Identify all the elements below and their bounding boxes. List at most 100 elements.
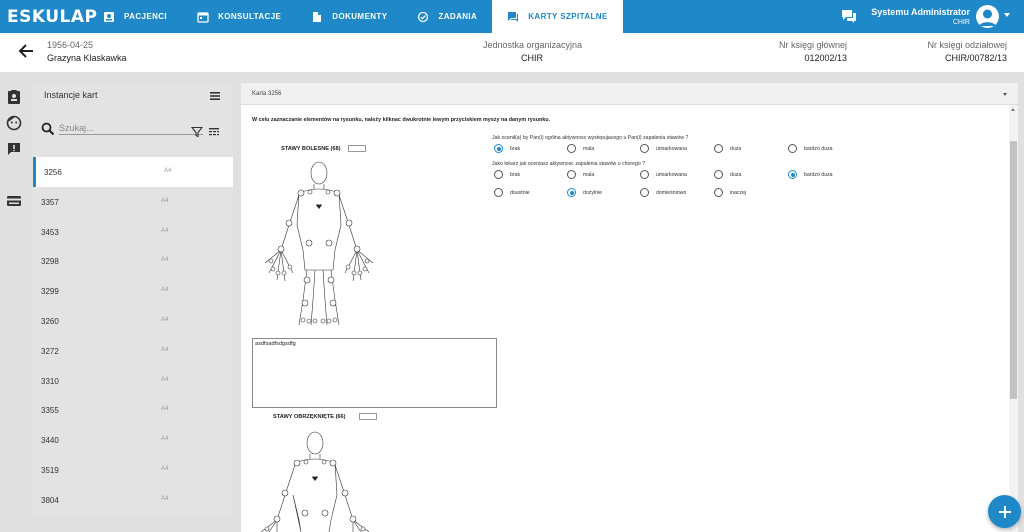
chevron-down-icon[interactable]: [1004, 13, 1010, 17]
nav-item-zadania[interactable]: ZADANIA: [402, 0, 492, 33]
list-item[interactable]: 3519 A4: [33, 455, 233, 485]
scroll-up-icon[interactable]: [1011, 108, 1015, 111]
nav-item-karty-szpitalne[interactable]: KARTY SZPITALNE: [492, 0, 623, 33]
q2-option-bardzo-duza[interactable]: bardzo duza: [788, 170, 833, 179]
instance-format: A4: [161, 316, 169, 323]
filter-icon[interactable]: [190, 125, 204, 138]
instance-id: 3260: [41, 316, 59, 326]
nav-item-konsultacje[interactable]: KONSULTACJE: [182, 0, 296, 33]
list-item[interactable]: 3298 A4: [33, 246, 233, 276]
radio-button[interactable]: [788, 144, 797, 153]
radio-button[interactable]: [788, 170, 797, 179]
main-nav: PACJENCI KONSULTACJE DOKUMENTY ZADANIA K…: [88, 0, 623, 33]
document-icon: [311, 11, 323, 23]
list-item[interactable]: 3440 A4: [33, 425, 233, 455]
nav-item-pacjenci[interactable]: PACJENCI: [88, 0, 182, 33]
org-unit-label: Jednostka organizacyjna: [483, 40, 583, 50]
q3-option-doustnie[interactable]: doustnie: [494, 188, 530, 197]
instance-format: A4: [161, 376, 169, 383]
q1-option-brak[interactable]: brak: [494, 144, 520, 153]
credit-card-icon[interactable]: [6, 193, 22, 209]
q1-option-bardzo-duza[interactable]: bardzo duza: [788, 144, 833, 153]
q3-option-dozylnie[interactable]: dożylnie: [567, 188, 602, 197]
option-label: bardzo duza: [804, 145, 833, 152]
q1-option-duza[interactable]: duza: [714, 144, 741, 153]
radio-button[interactable]: [567, 188, 576, 197]
face-icon[interactable]: [6, 115, 22, 131]
list-view-icon[interactable]: [209, 89, 221, 101]
radio-button[interactable]: [494, 144, 503, 153]
plus-icon: [998, 505, 1011, 518]
question-2: Jako lekarz jak oceniasz aktywnosc zapal…: [492, 161, 646, 167]
list-item[interactable]: 3256 A4: [33, 157, 233, 187]
list-item[interactable]: 3260 A4: [33, 306, 233, 336]
list-item[interactable]: 3299 A4: [33, 276, 233, 306]
patient-dob: 1956-04-25: [47, 40, 94, 50]
back-arrow-icon[interactable]: [16, 41, 36, 61]
notes-textarea[interactable]: asdfsadfsdgsdfg: [252, 338, 497, 408]
clipboard-icon[interactable]: [6, 89, 22, 105]
option-label: duza: [730, 171, 742, 178]
card-header[interactable]: Karta 3256: [241, 83, 1018, 105]
option-label: domieśniowo: [656, 189, 687, 196]
instance-id: 3357: [41, 197, 59, 207]
nav-label: DOKUMENTY: [332, 12, 388, 21]
cards-icon: [507, 11, 519, 23]
q3-option-inaczej[interactable]: inaczej: [714, 188, 746, 197]
radio-button[interactable]: [714, 144, 723, 153]
list-item[interactable]: 3310 A4: [33, 366, 233, 396]
columns-icon[interactable]: [208, 125, 220, 137]
q3-option-domiesniowo[interactable]: domieśniowo: [640, 188, 686, 197]
feedback-icon[interactable]: [6, 141, 22, 157]
add-card-button[interactable]: [988, 495, 1021, 528]
instance-format: A4: [161, 257, 169, 264]
scrollbar-thumb[interactable]: [1010, 141, 1017, 399]
radio-button[interactable]: [714, 188, 723, 197]
radio-button[interactable]: [567, 170, 576, 179]
card-title: Karta 3256: [252, 91, 282, 97]
radio-button[interactable]: [640, 144, 649, 153]
option-label: duza: [730, 145, 742, 152]
q1-option-umiarkowana[interactable]: umiarkowana: [640, 144, 687, 153]
avatar[interactable]: [976, 5, 999, 28]
joints-body-diagram[interactable]: [259, 155, 379, 330]
instance-format: A4: [164, 168, 172, 174]
nav-label: PACJENCI: [124, 12, 168, 21]
list-item[interactable]: 3272 A4: [33, 336, 233, 366]
dept-book-value: CHIR/00782/13: [944, 53, 1007, 63]
instance-format: A4: [161, 287, 169, 294]
q2-option-umiarkowana[interactable]: umiarkowana: [640, 170, 687, 179]
nav-item-dokumenty[interactable]: DOKUMENTY: [296, 0, 402, 33]
list-item[interactable]: 3357 A4: [33, 187, 233, 217]
instance-format: A4: [161, 436, 169, 443]
radio-button[interactable]: [640, 170, 649, 179]
option-label: bardzo duza: [804, 171, 833, 178]
q1-option-mala[interactable]: mala: [567, 144, 594, 153]
panel-title: Instancje kart: [44, 90, 98, 100]
q2-option-brak[interactable]: brak: [494, 170, 520, 179]
top-navigation-bar: ESKULAP PACJENCI KONSULTACJE DOKUMENTY Z…: [0, 0, 1024, 33]
q2-option-mala[interactable]: mala: [567, 170, 594, 179]
content-scrollbar[interactable]: [1009, 105, 1018, 532]
option-label: mala: [583, 171, 595, 178]
nav-label: KONSULTACJE: [218, 12, 282, 21]
user-unit: CHIR: [952, 19, 970, 26]
q2-option-duza[interactable]: duza: [714, 170, 741, 179]
question-1: Jak ocenił(a) by Pan(i) ogólna aktywnosc…: [492, 135, 689, 141]
app-logo[interactable]: ESKULAP: [7, 7, 97, 27]
list-item[interactable]: 3453 A4: [33, 217, 233, 247]
list-item[interactable]: 3804 A4: [33, 485, 233, 515]
radio-button[interactable]: [494, 170, 503, 179]
patient-name: Grazyna Klaskawka: [47, 53, 127, 63]
messages-icon[interactable]: [840, 7, 858, 25]
radio-button[interactable]: [714, 170, 723, 179]
list-item[interactable]: 3355 A4: [33, 395, 233, 425]
radio-button[interactable]: [567, 144, 576, 153]
chevron-down-icon[interactable]: [1003, 93, 1007, 96]
instance-id: 3453: [41, 227, 59, 237]
search-input[interactable]: [59, 121, 203, 135]
tasks-icon: [417, 11, 429, 23]
radio-button[interactable]: [494, 188, 503, 197]
swollen-joints-body-diagram[interactable]: [255, 425, 375, 532]
radio-button[interactable]: [640, 188, 649, 197]
